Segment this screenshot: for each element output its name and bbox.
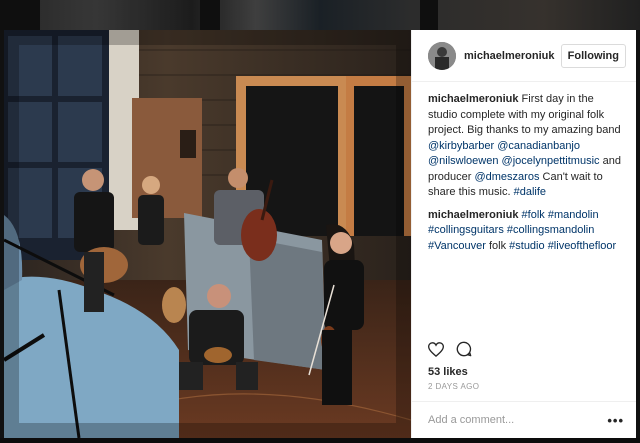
caption-username[interactable]: michaelmeroniuk — [428, 93, 518, 105]
comment-input[interactable]: Add a comment... — [428, 414, 607, 426]
post-timestamp: 2 DAYS AGO — [412, 378, 636, 402]
post-actions — [412, 338, 636, 364]
hashtag-link[interactable]: #collingsguitars — [428, 224, 504, 236]
likes-count[interactable]: 53 likes — [412, 364, 636, 378]
hashtag-link[interactable]: #collingsmandolin — [507, 224, 594, 236]
following-button[interactable]: Following — [560, 43, 626, 68]
heart-icon[interactable] — [427, 341, 445, 362]
comment-icon[interactable] — [456, 341, 472, 362]
post-header: michaelmeroniuk Following — [412, 30, 636, 82]
avatar[interactable] — [428, 41, 456, 70]
caption: michaelmeroniuk First day in the studio … — [428, 92, 624, 201]
add-comment-area: Add a comment... ••• — [412, 402, 636, 438]
post-sidebar: michaelmeroniuk Following michaelmeroniu… — [411, 30, 636, 438]
post-username[interactable]: michaelmeroniuk — [464, 50, 561, 62]
hashtag-link[interactable]: #mandolin — [548, 209, 599, 221]
mention-link[interactable]: @canadianbanjo — [497, 140, 580, 152]
studio-band-photo — [4, 30, 411, 438]
post-modal: michaelmeroniuk Following michaelmeroniu… — [4, 30, 636, 438]
comments-list: michaelmeroniuk First day in the studio … — [412, 82, 636, 338]
hashtag-link[interactable]: #liveofthefloor — [548, 240, 617, 252]
comment-word: folk — [488, 239, 507, 252]
mention-link[interactable]: @jocelynpettitmusic — [502, 155, 600, 167]
hashtag-link[interactable]: #Vancouver — [428, 240, 486, 252]
more-options-icon[interactable]: ••• — [607, 413, 624, 428]
background-bottom — [0, 438, 640, 443]
post-photo[interactable] — [4, 30, 411, 438]
mention-link[interactable]: @nilswloewen — [428, 155, 498, 167]
background-page — [0, 0, 640, 30]
mention-link[interactable]: @dmeszaros — [474, 171, 539, 183]
hashtag-link[interactable]: #dalife — [514, 186, 546, 198]
comment-username[interactable]: michaelmeroniuk — [428, 209, 518, 221]
hashtag-link[interactable]: #studio — [509, 240, 544, 252]
comment-item: michaelmeroniuk #folk #mandolin #colling… — [428, 208, 624, 255]
mention-link[interactable]: @kirbybarber — [428, 140, 494, 152]
hashtag-link[interactable]: #folk — [522, 209, 545, 221]
